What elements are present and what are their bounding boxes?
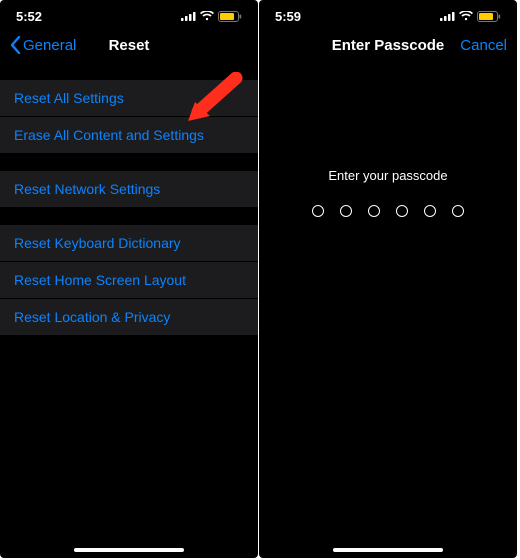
passcode-prompt: Enter your passcode — [328, 168, 447, 183]
row-label: Reset Network Settings — [14, 181, 160, 197]
cancel-button[interactable]: Cancel — [460, 37, 507, 54]
status-time: 5:59 — [275, 9, 301, 24]
passcode-dot — [368, 205, 380, 217]
reset-all-settings[interactable]: Reset All Settings — [0, 80, 258, 117]
reset-home-screen-layout[interactable]: Reset Home Screen Layout — [0, 262, 258, 299]
status-bar: 5:52 — [0, 0, 258, 28]
nav-bar: Enter Passcode Cancel — [259, 28, 517, 62]
home-indicator[interactable] — [333, 548, 443, 552]
back-button[interactable]: General — [10, 36, 76, 54]
chevron-left-icon — [10, 36, 21, 54]
erase-all-content[interactable]: Erase All Content and Settings — [0, 117, 258, 153]
row-label: Reset Location & Privacy — [14, 309, 170, 325]
passcode-dots[interactable] — [312, 205, 464, 217]
cellular-signal-icon — [181, 11, 196, 21]
row-label: Reset Home Screen Layout — [14, 272, 186, 288]
phone-reset-screen: 5:52 General Reset Reset All Setti — [0, 0, 258, 558]
status-right — [440, 11, 501, 22]
reset-group-2: Reset Network Settings — [0, 171, 258, 207]
passcode-dot — [340, 205, 352, 217]
reset-group-1: Reset All Settings Erase All Content and… — [0, 80, 258, 153]
row-label: Reset All Settings — [14, 90, 124, 106]
battery-icon — [218, 11, 242, 22]
row-label: Erase All Content and Settings — [14, 127, 204, 143]
wifi-icon — [200, 11, 214, 21]
back-label: General — [23, 37, 76, 54]
status-right — [181, 11, 242, 22]
cancel-label: Cancel — [460, 37, 507, 54]
passcode-area: Enter your passcode — [259, 168, 517, 217]
reset-location-privacy[interactable]: Reset Location & Privacy — [0, 299, 258, 335]
nav-bar: General Reset — [0, 28, 258, 62]
battery-icon — [477, 11, 501, 22]
home-indicator[interactable] — [74, 548, 184, 552]
status-time: 5:52 — [16, 9, 42, 24]
status-bar: 5:59 — [259, 0, 517, 28]
reset-network-settings[interactable]: Reset Network Settings — [0, 171, 258, 207]
reset-keyboard-dictionary[interactable]: Reset Keyboard Dictionary — [0, 225, 258, 262]
row-label: Reset Keyboard Dictionary — [14, 235, 181, 251]
passcode-dot — [396, 205, 408, 217]
passcode-dot — [424, 205, 436, 217]
reset-group-3: Reset Keyboard Dictionary Reset Home Scr… — [0, 225, 258, 335]
wifi-icon — [459, 11, 473, 21]
phone-passcode-screen: 5:59 Enter Passcode Cancel Enter your pa… — [259, 0, 517, 558]
passcode-dot — [452, 205, 464, 217]
cellular-signal-icon — [440, 11, 455, 21]
passcode-dot — [312, 205, 324, 217]
